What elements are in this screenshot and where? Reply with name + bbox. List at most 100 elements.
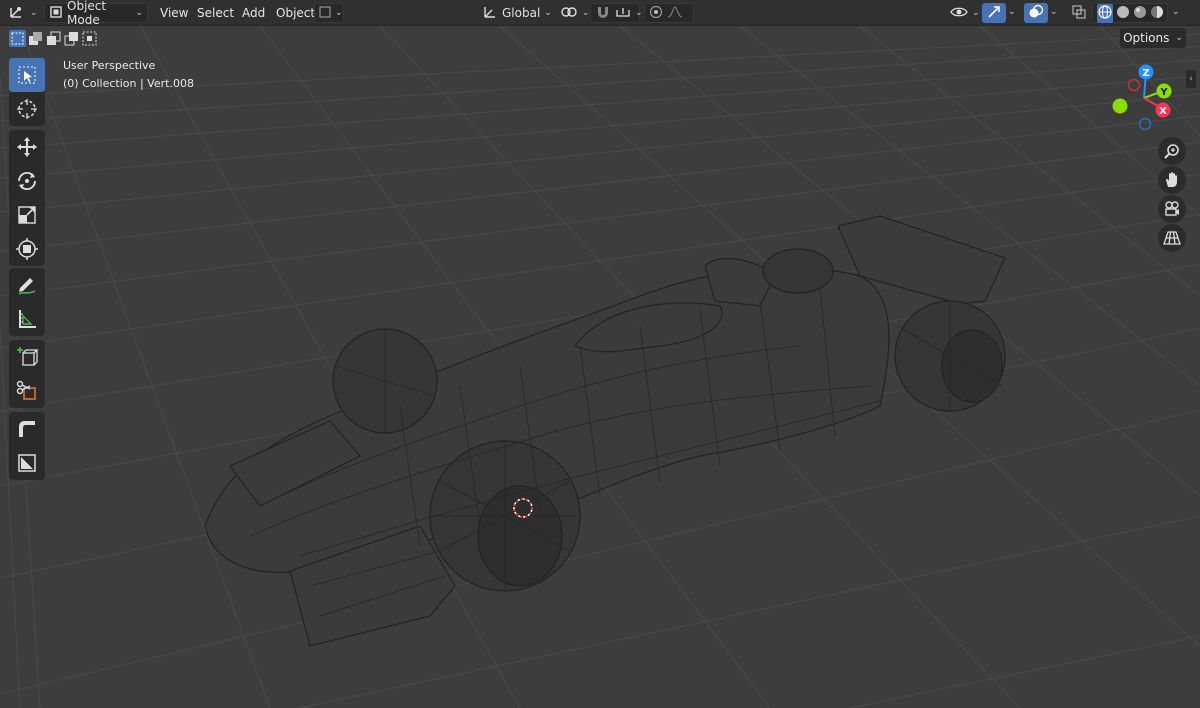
wireframe-shading-icon[interactable] — [1097, 3, 1113, 23]
overlays-toggle[interactable] — [1024, 3, 1048, 23]
bevel-tool[interactable] — [9, 412, 45, 446]
view-name: User Perspective — [63, 59, 156, 72]
add-cube-icon — [17, 347, 39, 366]
chevron-down-icon: ⌄ — [135, 8, 143, 18]
mesh-icon — [319, 6, 331, 21]
negative-y-icon[interactable] — [1112, 98, 1128, 114]
3d-viewport[interactable] — [0, 26, 1200, 708]
falloff-curve-icon — [667, 5, 683, 21]
solid-shading-icon[interactable] — [1116, 5, 1130, 22]
select-intersect-icon[interactable] — [81, 30, 98, 47]
cursor-tool[interactable] — [9, 92, 45, 126]
mode-label: Object Mode — [67, 0, 107, 27]
eye-icon — [950, 5, 968, 22]
y-axis-label: Y — [1159, 87, 1168, 98]
rotate-icon — [18, 171, 36, 191]
x-axis-label: X — [1159, 106, 1167, 117]
chevron-down-icon: ⌄ — [544, 8, 552, 18]
chevron-down-icon: ⌄ — [582, 8, 590, 18]
toolbar-add-group — [9, 340, 45, 408]
transform-orientation-select[interactable]: Global ⌄ — [478, 3, 556, 23]
object-type-button[interactable]: ⌄ — [314, 3, 344, 23]
menu-select[interactable]: Select — [197, 6, 234, 20]
chevron-down-icon[interactable]: ⌄ — [1050, 7, 1058, 17]
negative-x-icon[interactable] — [1127, 78, 1141, 92]
rotate-tool[interactable] — [9, 164, 45, 198]
add-cube-tool[interactable] — [9, 340, 45, 374]
ruler-icon — [19, 310, 36, 328]
z-axis-label: Z — [1142, 68, 1149, 79]
transform-icon — [16, 238, 38, 260]
scale-icon — [18, 206, 36, 224]
select-subtract-icon[interactable] — [45, 30, 62, 47]
sidebar-toggle[interactable]: ‹ — [1186, 70, 1196, 88]
navigation-gizmo[interactable]: Z Y X — [1108, 62, 1180, 134]
toolbar-select-group — [9, 58, 45, 126]
pivot-icon — [560, 4, 578, 23]
gizmo-icon — [986, 4, 1002, 23]
mode-select[interactable]: Object Mode ⌄ — [44, 0, 148, 27]
shading-mode-group[interactable] — [1092, 3, 1168, 23]
cut-tool[interactable] — [9, 374, 45, 408]
orientation-label: Global — [502, 6, 541, 20]
zoom-button[interactable] — [1158, 137, 1186, 165]
perspective-toggle-button[interactable] — [1158, 224, 1186, 252]
hand-icon — [1166, 172, 1177, 187]
3d-cursor-icon — [17, 99, 37, 119]
toolbar-annotate-group — [9, 268, 45, 336]
transform-tool[interactable] — [9, 232, 45, 266]
grid-perspective-icon — [1163, 231, 1181, 245]
menu-view[interactable]: View — [160, 6, 188, 20]
rendered-shading-icon[interactable] — [1150, 5, 1164, 22]
chevron-down-icon: ⌄ — [1175, 33, 1183, 43]
scale-cage-tool[interactable] — [9, 446, 45, 480]
scissors-cube-icon — [16, 380, 36, 400]
editor-type-button[interactable]: ⌄ — [4, 3, 42, 23]
xray-icon — [1072, 5, 1086, 22]
chevron-down-icon: ⌄ — [635, 8, 643, 18]
options-label: Options — [1123, 31, 1170, 45]
scale-tool[interactable] — [9, 198, 45, 232]
menu-object[interactable]: Object — [276, 6, 315, 20]
chevron-down-icon: ⌄ — [972, 8, 980, 18]
toolbar-edit-group — [9, 412, 45, 480]
move-tool[interactable] — [9, 130, 45, 164]
select-box-icon — [18, 66, 36, 84]
viewport-header: ⌄ Object Mode ⌄ View Select Add Object ⌄… — [0, 0, 1200, 27]
select-difference-icon[interactable] — [63, 30, 80, 47]
pan-button[interactable] — [1158, 166, 1186, 194]
move-icon — [17, 137, 37, 157]
xray-toggle[interactable] — [1068, 3, 1090, 23]
negative-z-icon[interactable] — [1138, 117, 1152, 131]
shear-icon — [18, 454, 36, 472]
snap-target-icon — [615, 6, 631, 21]
annotate-tool[interactable] — [9, 268, 45, 302]
object-mode-icon — [49, 5, 63, 22]
collection-info: (0) Collection | Vert.008 — [63, 77, 194, 90]
pivot-point-select[interactable]: ⌄ — [556, 3, 594, 23]
zoom-icon — [1164, 144, 1179, 159]
select-extend-icon[interactable] — [27, 30, 44, 47]
camera-view-button[interactable] — [1158, 195, 1186, 223]
cursor-axis-icon — [8, 4, 26, 23]
chevron-down-icon[interactable]: ⌄ — [1172, 7, 1180, 17]
options-button[interactable]: Options ⌄ — [1120, 28, 1186, 48]
toolbar-transform-group — [9, 130, 45, 266]
visibility-select[interactable]: ⌄ — [946, 3, 984, 23]
chevron-down-icon[interactable]: ⌄ — [1008, 7, 1016, 17]
chevron-down-icon: ⌄ — [335, 8, 343, 18]
bevel-icon — [19, 421, 35, 437]
gizmo-toggle[interactable] — [982, 3, 1006, 23]
menu-add[interactable]: Add — [242, 6, 265, 20]
material-shading-icon[interactable] — [1133, 5, 1147, 22]
proportional-edit-icon — [649, 5, 663, 22]
measure-tool[interactable] — [9, 302, 45, 336]
select-box-tool[interactable] — [9, 58, 45, 92]
orientation-icon — [482, 4, 498, 23]
chevron-down-icon: ⌄ — [30, 8, 38, 18]
proportional-edit-toggle[interactable] — [644, 3, 694, 23]
snap-toggle[interactable]: ⌄ — [590, 3, 643, 23]
tool-settings-bar — [0, 26, 1200, 52]
pencil-icon — [18, 278, 36, 295]
select-new-icon[interactable] — [9, 30, 26, 47]
